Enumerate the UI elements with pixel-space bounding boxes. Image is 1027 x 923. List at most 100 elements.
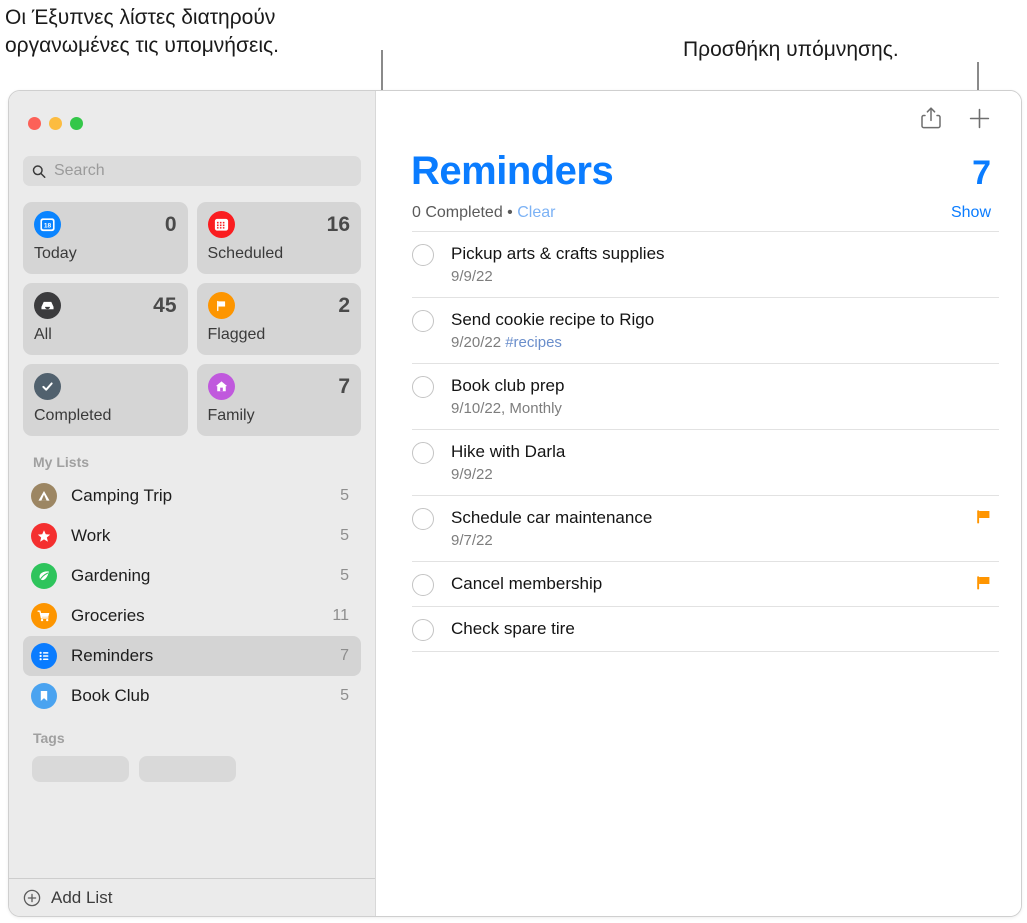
sidebar-item-count: 5	[340, 487, 349, 504]
reminder-checkbox[interactable]	[412, 574, 434, 596]
tag-pill[interactable]	[139, 756, 236, 782]
reminder-checkbox[interactable]	[412, 310, 434, 332]
tags-header: Tags	[33, 730, 65, 746]
my-lists-header: My Lists	[33, 454, 90, 470]
list-title-row: Reminders 7	[398, 145, 999, 194]
sidebar-item-label: Gardening	[71, 566, 151, 585]
reminder-checkbox[interactable]	[412, 619, 434, 641]
show-completed-button[interactable]: Show	[951, 204, 991, 222]
reminder-row[interactable]: Cancel membership	[412, 561, 999, 606]
window-traffic-lights	[9, 91, 375, 130]
sidebar-item-count: 5	[340, 687, 349, 704]
sidebar-item-label: Work	[71, 526, 111, 545]
smart-list-label: Flagged	[207, 326, 266, 343]
callout-add-reminder-text: Προσθήκη υπόμνησης.	[683, 38, 899, 61]
house-icon	[207, 373, 235, 400]
smart-list-completed[interactable]: Completed	[23, 364, 188, 436]
reminder-date: 9/9/22	[451, 268, 493, 285]
reminder-title: Check spare tire	[451, 619, 575, 638]
callout-smart-lists-text: Οι Έξυπνες λίστες διατηρούν οργανωμένες …	[5, 6, 279, 57]
zoom-window-button[interactable]	[70, 117, 83, 130]
smart-list-scheduled[interactable]: 16 Scheduled	[196, 202, 361, 274]
close-window-button[interactable]	[28, 117, 41, 130]
reminder-date: 9/9/22	[451, 466, 493, 483]
reminder-recurrence: Monthly	[509, 400, 562, 417]
add-list-button[interactable]: Add List	[9, 878, 375, 916]
smart-list-count: 16	[326, 212, 350, 236]
share-button[interactable]	[920, 106, 942, 130]
minimize-window-button[interactable]	[49, 117, 62, 130]
reminder-checkbox[interactable]	[412, 442, 434, 464]
smart-list-count: 7	[338, 374, 350, 398]
plus-icon	[969, 108, 990, 128]
reminder-subtitle: 9/7/22	[451, 530, 959, 551]
sidebar-item-book-club[interactable]: Book Club 5	[23, 676, 361, 716]
reminder-title: Schedule car maintenance	[451, 508, 653, 527]
tags-section: Tags	[23, 730, 361, 782]
tag-pill[interactable]	[32, 756, 129, 782]
clear-completed-button[interactable]: Clear	[517, 204, 555, 221]
reminder-checkbox[interactable]	[412, 244, 434, 266]
sidebar-item-groceries[interactable]: Groceries 11	[23, 596, 361, 636]
smart-lists-grid: 18 0 Today 16 Scheduled 45 All 2 Flagged…	[9, 186, 375, 436]
smart-list-all[interactable]: 45 All	[23, 283, 188, 355]
add-list-label: Add List	[51, 887, 113, 907]
list-bottom-divider	[412, 651, 999, 652]
sidebar-item-work[interactable]: Work 5	[23, 516, 361, 556]
reminder-row[interactable]: Schedule car maintenance 9/7/22	[412, 495, 999, 561]
reminder-row[interactable]: Check spare tire	[412, 606, 999, 651]
reminder-subtitle: 9/10/22, Monthly	[451, 398, 991, 419]
search-field[interactable]	[23, 156, 361, 186]
reminder-row[interactable]: Hike with Darla 9/9/22	[412, 429, 999, 495]
sidebar-item-reminders[interactable]: Reminders 7	[23, 636, 361, 676]
sidebar-item-label: Groceries	[71, 606, 145, 625]
smart-list-flagged[interactable]: 2 Flagged	[196, 283, 361, 355]
sidebar-item-gardening[interactable]: Gardening 5	[23, 556, 361, 596]
smart-list-label: Scheduled	[207, 245, 284, 262]
smart-list-family[interactable]: 7 Family	[196, 364, 361, 436]
cart-icon	[31, 603, 57, 629]
reminder-row[interactable]: Pickup arts & crafts supplies 9/9/22	[412, 232, 999, 297]
smart-list-label: Completed	[34, 407, 112, 424]
sidebar-item-label: Reminders	[71, 646, 154, 665]
smart-list-label: All	[34, 326, 52, 343]
share-icon	[921, 107, 941, 129]
reminder-subtitle: 9/9/22	[451, 464, 991, 485]
sidebar-item-count: 11	[332, 607, 349, 624]
reminder-checkbox[interactable]	[412, 376, 434, 398]
reminder-date: 9/7/22	[451, 532, 493, 549]
bookmark-icon	[31, 683, 57, 709]
add-reminder-button[interactable]	[968, 107, 991, 130]
list-total-count: 7	[972, 154, 991, 192]
page-title: Reminders	[411, 149, 614, 193]
reminder-title: Hike with Darla	[451, 442, 566, 461]
svg-text:18: 18	[44, 222, 52, 229]
search-input[interactable]	[53, 162, 352, 180]
completed-row: 0 Completed • Clear Show	[398, 194, 999, 231]
toolbar	[398, 91, 999, 145]
calendar-day-icon: 18	[34, 211, 61, 238]
search-icon	[32, 164, 46, 178]
flag-icon	[207, 292, 235, 319]
smart-list-count: 0	[164, 212, 177, 236]
reminder-date: 9/20/22	[451, 334, 502, 351]
reminder-date: 9/10/22,	[451, 400, 506, 417]
sidebar-item-camping-trip[interactable]: Camping Trip 5	[23, 476, 361, 516]
reminder-title: Pickup arts & crafts supplies	[451, 244, 665, 263]
reminder-row[interactable]: Send cookie recipe to Rigo 9/20/22 #reci…	[412, 297, 999, 363]
smart-list-label: Today	[34, 245, 77, 262]
leaf-icon	[31, 563, 57, 589]
smart-list-count: 45	[153, 293, 177, 317]
reminder-tag[interactable]: #recipes	[505, 334, 562, 351]
inbox-tray-icon	[34, 292, 61, 319]
bullet-list-icon	[31, 643, 57, 669]
reminder-row[interactable]: Book club prep 9/10/22, Monthly	[412, 363, 999, 429]
checkmark-icon	[34, 373, 61, 400]
reminder-checkbox[interactable]	[412, 508, 434, 530]
sidebar-item-count: 5	[340, 567, 349, 584]
completed-count-label: 0 Completed	[412, 204, 503, 221]
reminder-flag-icon	[976, 575, 991, 596]
smart-list-today[interactable]: 18 0 Today	[23, 202, 188, 274]
smart-list-label: Family	[207, 407, 255, 424]
sidebar-item-count: 7	[340, 647, 349, 664]
